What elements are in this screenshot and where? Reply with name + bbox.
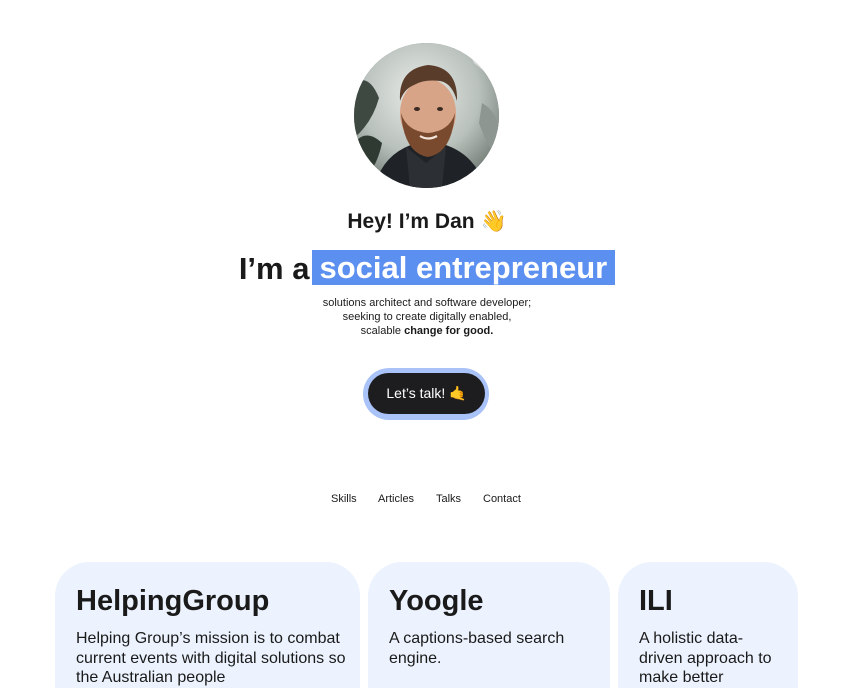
nav-link-articles[interactable]: Articles — [378, 492, 414, 506]
tagline: solutions architect and software develop… — [0, 296, 854, 338]
project-description: A captions-based search engine. — [389, 630, 565, 667]
project-card-ili[interactable]: ILI A holistic data-driven approach to m… — [618, 562, 798, 688]
project-description: Helping Group’s mission is to combat cur… — [76, 630, 346, 686]
tagline-emphasis: change for good. — [404, 325, 494, 337]
waving-hand-icon: 👋 — [480, 209, 507, 233]
tagline-line: scalable change for good. — [0, 324, 854, 338]
nav-link-skills[interactable]: Skills — [331, 492, 357, 506]
headline: I’m a social entrepreneur — [0, 249, 854, 289]
project-description: A holistic data-driven approach to make … — [639, 630, 772, 686]
section-nav: Skills Articles Talks Contact — [0, 492, 854, 508]
project-title: Yoogle — [389, 585, 484, 617]
greeting-heading: Hey! I’m Dan 👋 — [0, 207, 854, 236]
project-card-helpinggroup[interactable]: HelpingGroup Helping Group’s mission is … — [55, 562, 360, 688]
tagline-line: solutions architect and software develop… — [322, 297, 532, 309]
project-card-yoogle[interactable]: Yoogle A captions-based search engine. — [368, 562, 610, 688]
headline-prefix: I’m a — [238, 251, 310, 286]
nav-link-talks[interactable]: Talks — [436, 492, 461, 506]
tagline-line3-prefix: scalable — [360, 325, 402, 337]
call-me-hand-icon: 🤙 — [449, 386, 467, 402]
headline-highlight: social entrepreneur — [312, 250, 616, 285]
lets-talk-label: Let’s talk! — [386, 385, 446, 401]
lets-talk-button[interactable]: Let’s talk! 🤙 — [368, 373, 485, 414]
page: Hey! I’m Dan 👋 I’m a social entrepreneur … — [0, 0, 854, 688]
tagline-line: seeking to create digitally enabled, — [342, 311, 512, 323]
avatar-photo — [354, 43, 499, 188]
project-title: ILI — [639, 585, 673, 617]
avatar — [354, 43, 499, 188]
greeting-text: Hey! I’m Dan — [347, 210, 475, 233]
project-title: HelpingGroup — [76, 585, 270, 617]
nav-link-contact[interactable]: Contact — [483, 492, 521, 506]
